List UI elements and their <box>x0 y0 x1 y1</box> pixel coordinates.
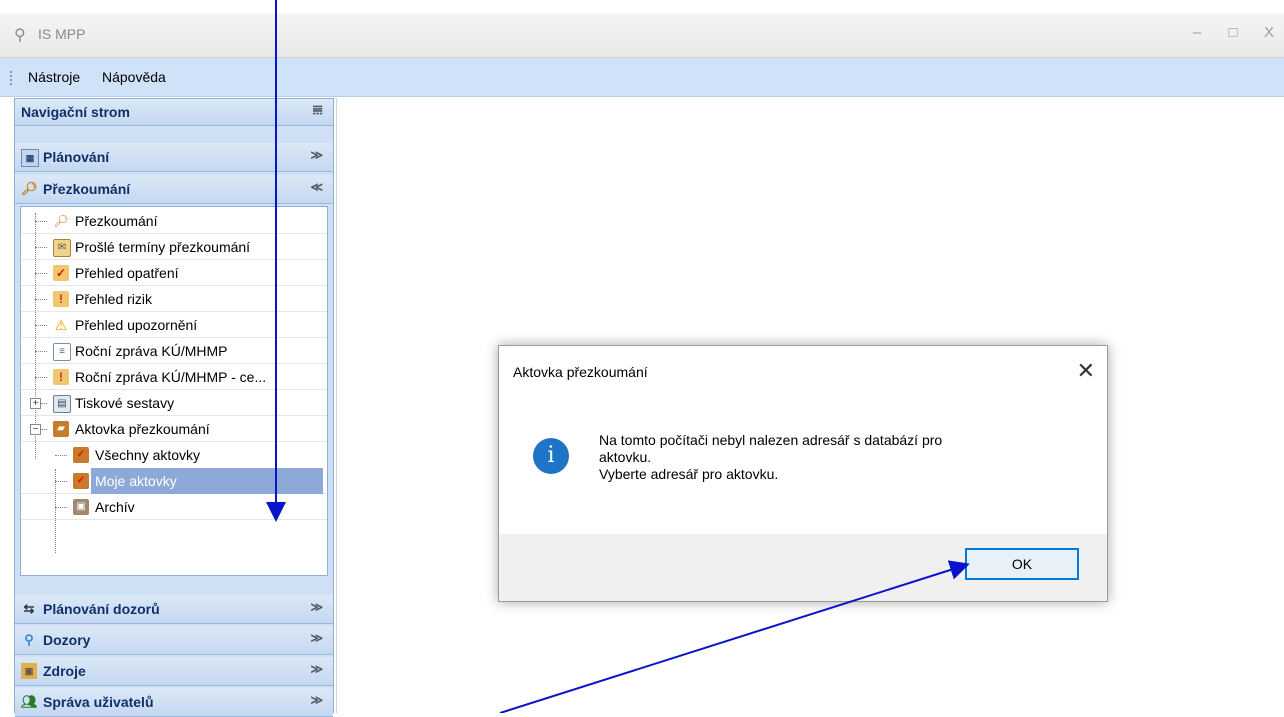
annotation-arrows <box>266 0 970 713</box>
annotation-arrow-ok-button <box>499 560 970 713</box>
